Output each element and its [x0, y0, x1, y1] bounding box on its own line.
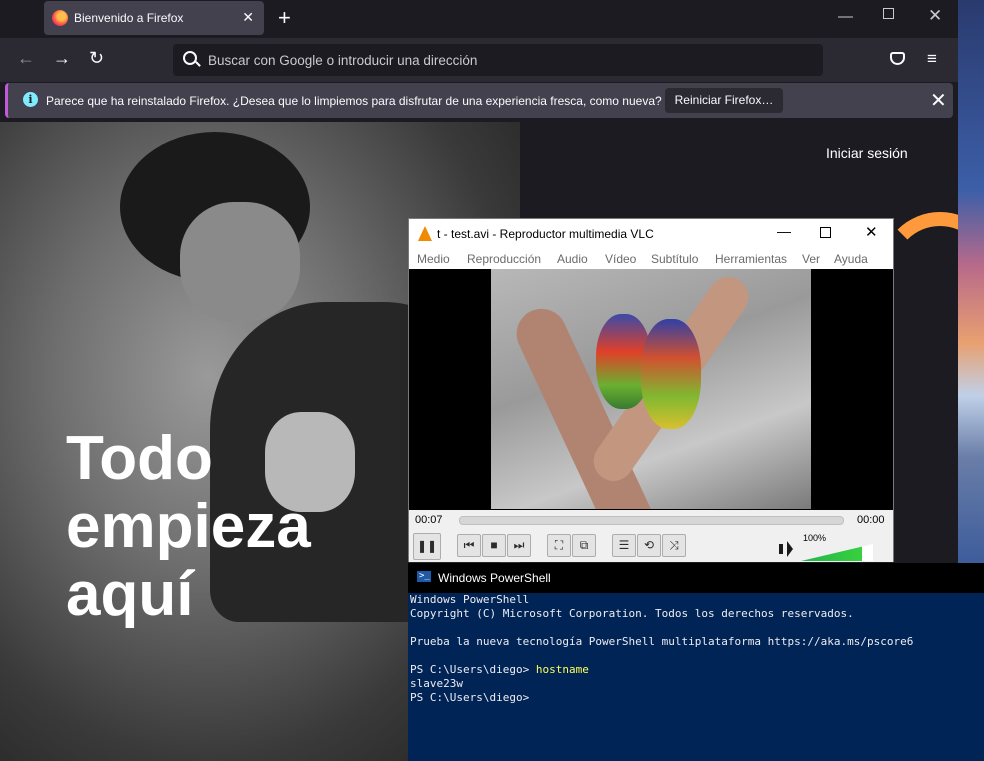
- reset-firefox-button[interactable]: Reiniciar Firefox…: [665, 88, 783, 113]
- sign-in-link[interactable]: Iniciar sesión: [826, 145, 908, 161]
- maximize-button[interactable]: [883, 8, 894, 19]
- vlc-titlebar[interactable]: t - test.avi - Reproductor multimedia VL…: [409, 219, 893, 247]
- notification-text: Parece que ha reinstalado Firefox. ¿Dese…: [46, 94, 662, 108]
- console-text: Copyright (C) Microsoft Corporation. Tod…: [410, 607, 854, 620]
- loop-button[interactable]: ⟲: [637, 534, 661, 557]
- console-line: PS C:\Users\diego>: [410, 691, 982, 705]
- console-text: Prueba la nueva tecnología PowerShell mu…: [410, 635, 914, 648]
- pocket-icon[interactable]: [890, 52, 905, 65]
- volume-fill: [801, 544, 863, 561]
- new-tab-button[interactable]: +: [278, 5, 291, 31]
- next-button[interactable]: ⏭: [507, 534, 531, 557]
- vlc-menu-reproduccion[interactable]: Reproducción: [467, 252, 541, 266]
- console-text: slave23w: [410, 677, 463, 690]
- powershell-console[interactable]: Windows PowerShell Copyright (C) Microsof…: [410, 593, 982, 761]
- vlc-menubar: Medio Reproducción Audio Vídeo Subtítulo…: [409, 247, 893, 269]
- vlc-menu-subtitulo[interactable]: Subtítulo: [651, 252, 698, 266]
- notification-close-icon[interactable]: ✕: [930, 88, 947, 113]
- close-window-button[interactable]: ✕: [928, 6, 942, 26]
- powershell-title: Windows PowerShell: [438, 571, 551, 585]
- back-button[interactable]: ←: [17, 48, 35, 69]
- info-icon: i: [23, 92, 38, 107]
- extended-settings-button[interactable]: ⧉: [572, 534, 596, 557]
- fullscreen-button[interactable]: ⛶: [547, 534, 571, 557]
- console-line: Windows PowerShell: [410, 593, 982, 607]
- console-command: hostname: [535, 663, 589, 676]
- console-text: PS C:\Users\diego>: [410, 663, 536, 676]
- reload-button[interactable]: ↻: [89, 48, 104, 69]
- console-line: Copyright (C) Microsoft Corporation. Tod…: [410, 607, 982, 621]
- tab-bienvenido[interactable]: Bienvenido a Firefox ✕: [44, 1, 264, 35]
- powershell-icon: >_: [417, 571, 431, 582]
- url-bar[interactable]: Buscar con Google o introducir una direc…: [173, 44, 823, 76]
- hero-title-line: Todo: [66, 424, 213, 493]
- playlist-button[interactable]: ☰: [612, 534, 636, 557]
- powershell-titlebar[interactable]: >_ Windows PowerShell: [408, 563, 984, 593]
- vlc-controls: ❚❚ ⏮ ■ ⏭ ⛶ ⧉ ☰ ⟲ ⤨ 100%: [409, 530, 893, 562]
- tab-bar: Bienvenido a Firefox ✕ + — ✕: [0, 0, 958, 36]
- minimize-button[interactable]: —: [838, 8, 853, 25]
- pause-button[interactable]: ❚❚: [413, 533, 441, 560]
- previous-button[interactable]: ⏮: [457, 534, 481, 557]
- vlc-window: t - test.avi - Reproductor multimedia VL…: [408, 218, 894, 562]
- vlc-menu-ver[interactable]: Ver: [802, 252, 820, 266]
- hero-title-line: aquí: [66, 560, 194, 629]
- console-text: PS C:\Users\diego>: [410, 691, 536, 704]
- vlc-menu-ayuda[interactable]: Ayuda: [834, 252, 868, 266]
- vlc-video-area[interactable]: [409, 269, 893, 510]
- console-text: Windows PowerShell: [410, 593, 530, 606]
- total-time: 00:00: [857, 514, 885, 526]
- speaker-icon[interactable]: [779, 541, 793, 557]
- vlc-menu-video[interactable]: Vídeo: [605, 252, 636, 266]
- console-line: slave23w: [410, 677, 982, 691]
- hamburger-menu-icon[interactable]: ≡: [927, 49, 937, 69]
- vlc-cone-icon: [418, 226, 432, 241]
- vlc-close-button[interactable]: ✕: [865, 223, 878, 241]
- powershell-window: >_ Windows PowerShell Windows PowerShell…: [408, 563, 984, 761]
- tab-title: Bienvenido a Firefox: [74, 11, 184, 25]
- reset-notification-bar: i Parece que ha reinstalado Firefox. ¿De…: [5, 83, 953, 118]
- volume-label: 100%: [803, 533, 827, 543]
- console-line: Prueba la nueva tecnología PowerShell mu…: [410, 635, 982, 649]
- stop-button[interactable]: ■: [482, 534, 506, 557]
- video-parrot: [641, 319, 701, 429]
- tab-close-icon[interactable]: ✕: [242, 9, 254, 26]
- elapsed-time: 00:07: [415, 514, 443, 526]
- firefox-logo-icon: [52, 10, 68, 26]
- search-icon: [183, 51, 197, 65]
- url-placeholder[interactable]: Buscar con Google o introducir una direc…: [208, 53, 477, 68]
- seek-slider[interactable]: [459, 516, 844, 525]
- forward-button[interactable]: →: [53, 48, 71, 69]
- hero-title-line: empieza: [66, 492, 311, 561]
- video-frame: [491, 269, 811, 509]
- volume-slider[interactable]: [801, 544, 873, 561]
- shuffle-button[interactable]: ⤨: [662, 534, 686, 557]
- vlc-menu-herramientas[interactable]: Herramientas: [715, 252, 787, 266]
- vlc-menu-medio[interactable]: Medio: [417, 252, 450, 266]
- hero-photo-face: [180, 202, 300, 322]
- hero-title: Todo empieza aquí: [66, 425, 386, 629]
- vlc-progress-row: 00:07 00:00: [409, 510, 893, 530]
- vlc-minimize-button[interactable]: —: [777, 223, 791, 239]
- console-line: PS C:\Users\diego> hostname: [410, 663, 982, 677]
- vlc-title: t - test.avi - Reproductor multimedia VL…: [437, 227, 654, 241]
- vlc-menu-audio[interactable]: Audio: [557, 252, 588, 266]
- nav-toolbar: ← → ↻ Buscar con Google o introducir una…: [0, 38, 958, 82]
- vlc-maximize-button[interactable]: [820, 227, 831, 238]
